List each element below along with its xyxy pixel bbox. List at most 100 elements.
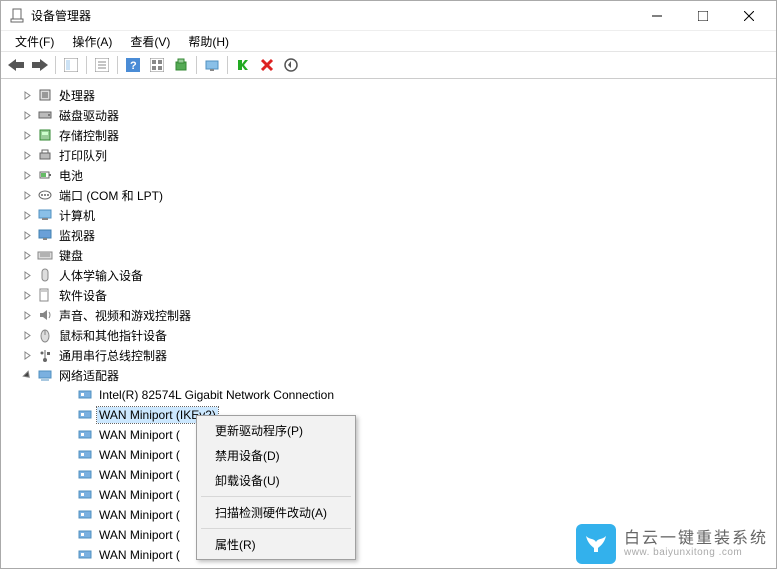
ctx-scan-hardware[interactable]: 扫描检测硬件改动(A) [199, 500, 353, 525]
category-label: 端口 (COM 和 LPT) [57, 186, 165, 205]
chevron-right-icon[interactable] [19, 307, 35, 323]
maximize-button[interactable] [680, 1, 726, 31]
device-item[interactable]: WAN Miniport ( [19, 445, 776, 465]
menu-action[interactable]: 操作(A) [64, 32, 120, 51]
tree-spacer [59, 407, 75, 423]
category-label: 通用串行总线控制器 [57, 346, 169, 365]
show-hide-tree-button[interactable] [60, 54, 82, 76]
category-label: 打印队列 [57, 146, 109, 165]
nav-forward-button[interactable] [29, 54, 51, 76]
device-icon [77, 407, 93, 423]
device-category[interactable]: 磁盘驱动器 [19, 105, 776, 125]
device-icon [77, 507, 93, 523]
device-category[interactable]: 电池 [19, 165, 776, 185]
ctx-disable-device[interactable]: 禁用设备(D) [199, 443, 353, 468]
device-item[interactable]: WAN Miniport (IKEv2) [19, 405, 776, 425]
chevron-right-icon[interactable] [19, 347, 35, 363]
help-button[interactable]: ? [122, 54, 144, 76]
device-item[interactable]: WAN Miniport ( [19, 505, 776, 525]
device-tree: 处理器磁盘驱动器存储控制器打印队列电池端口 (COM 和 LPT)计算机监视器键… [1, 79, 776, 568]
tree-spacer [59, 387, 75, 403]
chevron-right-icon[interactable] [19, 187, 35, 203]
device-category[interactable]: 软件设备 [19, 285, 776, 305]
view-mode-button[interactable] [146, 54, 168, 76]
menu-help[interactable]: 帮助(H) [180, 32, 237, 51]
toolbar-separator [86, 56, 87, 74]
device-category[interactable]: 存储控制器 [19, 125, 776, 145]
chevron-right-icon[interactable] [19, 327, 35, 343]
device-category[interactable]: 处理器 [19, 85, 776, 105]
device-label: WAN Miniport ( [97, 427, 182, 443]
device-item[interactable]: Intel(R) 82574L Gigabit Network Connecti… [19, 385, 776, 405]
menu-file[interactable]: 文件(F) [7, 32, 62, 51]
chevron-down-icon[interactable] [19, 367, 35, 383]
device-icon [37, 227, 53, 243]
ctx-uninstall-device[interactable]: 卸载设备(U) [199, 468, 353, 493]
category-label: 计算机 [57, 206, 97, 225]
context-menu: 更新驱动程序(P) 禁用设备(D) 卸载设备(U) 扫描检测硬件改动(A) 属性… [196, 415, 356, 560]
device-category[interactable]: 监视器 [19, 225, 776, 245]
category-label: 软件设备 [57, 286, 109, 305]
ctx-separator [201, 496, 351, 497]
chevron-right-icon[interactable] [19, 147, 35, 163]
device-category[interactable]: 打印队列 [19, 145, 776, 165]
tree-spacer [59, 507, 75, 523]
toolbar-separator [55, 56, 56, 74]
menu-view[interactable]: 查看(V) [122, 32, 178, 51]
category-label: 声音、视频和游戏控制器 [57, 306, 193, 325]
category-label: 网络适配器 [57, 366, 121, 385]
toolbar: ? [1, 51, 776, 79]
uninstall-device-button[interactable] [256, 54, 278, 76]
chevron-right-icon[interactable] [19, 127, 35, 143]
device-category[interactable]: 声音、视频和游戏控制器 [19, 305, 776, 325]
device-label: WAN Miniport ( [97, 467, 182, 483]
chevron-right-icon[interactable] [19, 287, 35, 303]
chevron-right-icon[interactable] [19, 107, 35, 123]
chevron-right-icon[interactable] [19, 247, 35, 263]
device-icon [37, 207, 53, 223]
window-title: 设备管理器 [31, 7, 634, 24]
chevron-right-icon[interactable] [19, 87, 35, 103]
device-label: WAN Miniport ( [97, 487, 182, 503]
chevron-right-icon[interactable] [19, 267, 35, 283]
device-label: Intel(R) 82574L Gigabit Network Connecti… [97, 387, 336, 403]
chevron-right-icon[interactable] [19, 227, 35, 243]
chevron-right-icon[interactable] [19, 207, 35, 223]
watermark-text: 白云一键重装系统 www. baiyunxitong .com [624, 530, 768, 559]
properties-button[interactable] [91, 54, 113, 76]
minimize-button[interactable] [634, 1, 680, 31]
enable-device-button[interactable] [232, 54, 254, 76]
device-icon [37, 127, 53, 143]
scan-hardware-button[interactable] [170, 54, 192, 76]
app-icon [9, 8, 25, 24]
disable-device-button[interactable] [280, 54, 302, 76]
nav-back-button[interactable] [5, 54, 27, 76]
device-category[interactable]: 鼠标和其他指针设备 [19, 325, 776, 345]
close-button[interactable] [726, 1, 772, 31]
device-category[interactable]: 键盘 [19, 245, 776, 265]
device-icon [37, 247, 53, 263]
device-category[interactable]: 通用串行总线控制器 [19, 345, 776, 365]
device-category[interactable]: 计算机 [19, 205, 776, 225]
device-label: WAN Miniport ( [97, 507, 182, 523]
device-icon [37, 87, 53, 103]
watermark-sub: www. baiyunxitong .com [624, 547, 768, 558]
device-icon [77, 427, 93, 443]
update-driver-button[interactable] [201, 54, 223, 76]
device-item[interactable]: WAN Miniport ( [19, 465, 776, 485]
toolbar-separator [227, 56, 228, 74]
category-label: 监视器 [57, 226, 97, 245]
device-icon [37, 267, 53, 283]
ctx-update-driver[interactable]: 更新驱动程序(P) [199, 418, 353, 443]
chevron-right-icon[interactable] [19, 167, 35, 183]
ctx-properties[interactable]: 属性(R) [199, 532, 353, 557]
device-item[interactable]: WAN Miniport ( [19, 485, 776, 505]
device-category[interactable]: 人体学输入设备 [19, 265, 776, 285]
device-icon [37, 307, 53, 323]
device-category[interactable]: 端口 (COM 和 LPT) [19, 185, 776, 205]
device-category-network[interactable]: 网络适配器 [19, 365, 776, 385]
device-icon [37, 287, 53, 303]
tree-spacer [59, 427, 75, 443]
device-item[interactable]: WAN Miniport ( [19, 425, 776, 445]
ctx-separator [201, 528, 351, 529]
